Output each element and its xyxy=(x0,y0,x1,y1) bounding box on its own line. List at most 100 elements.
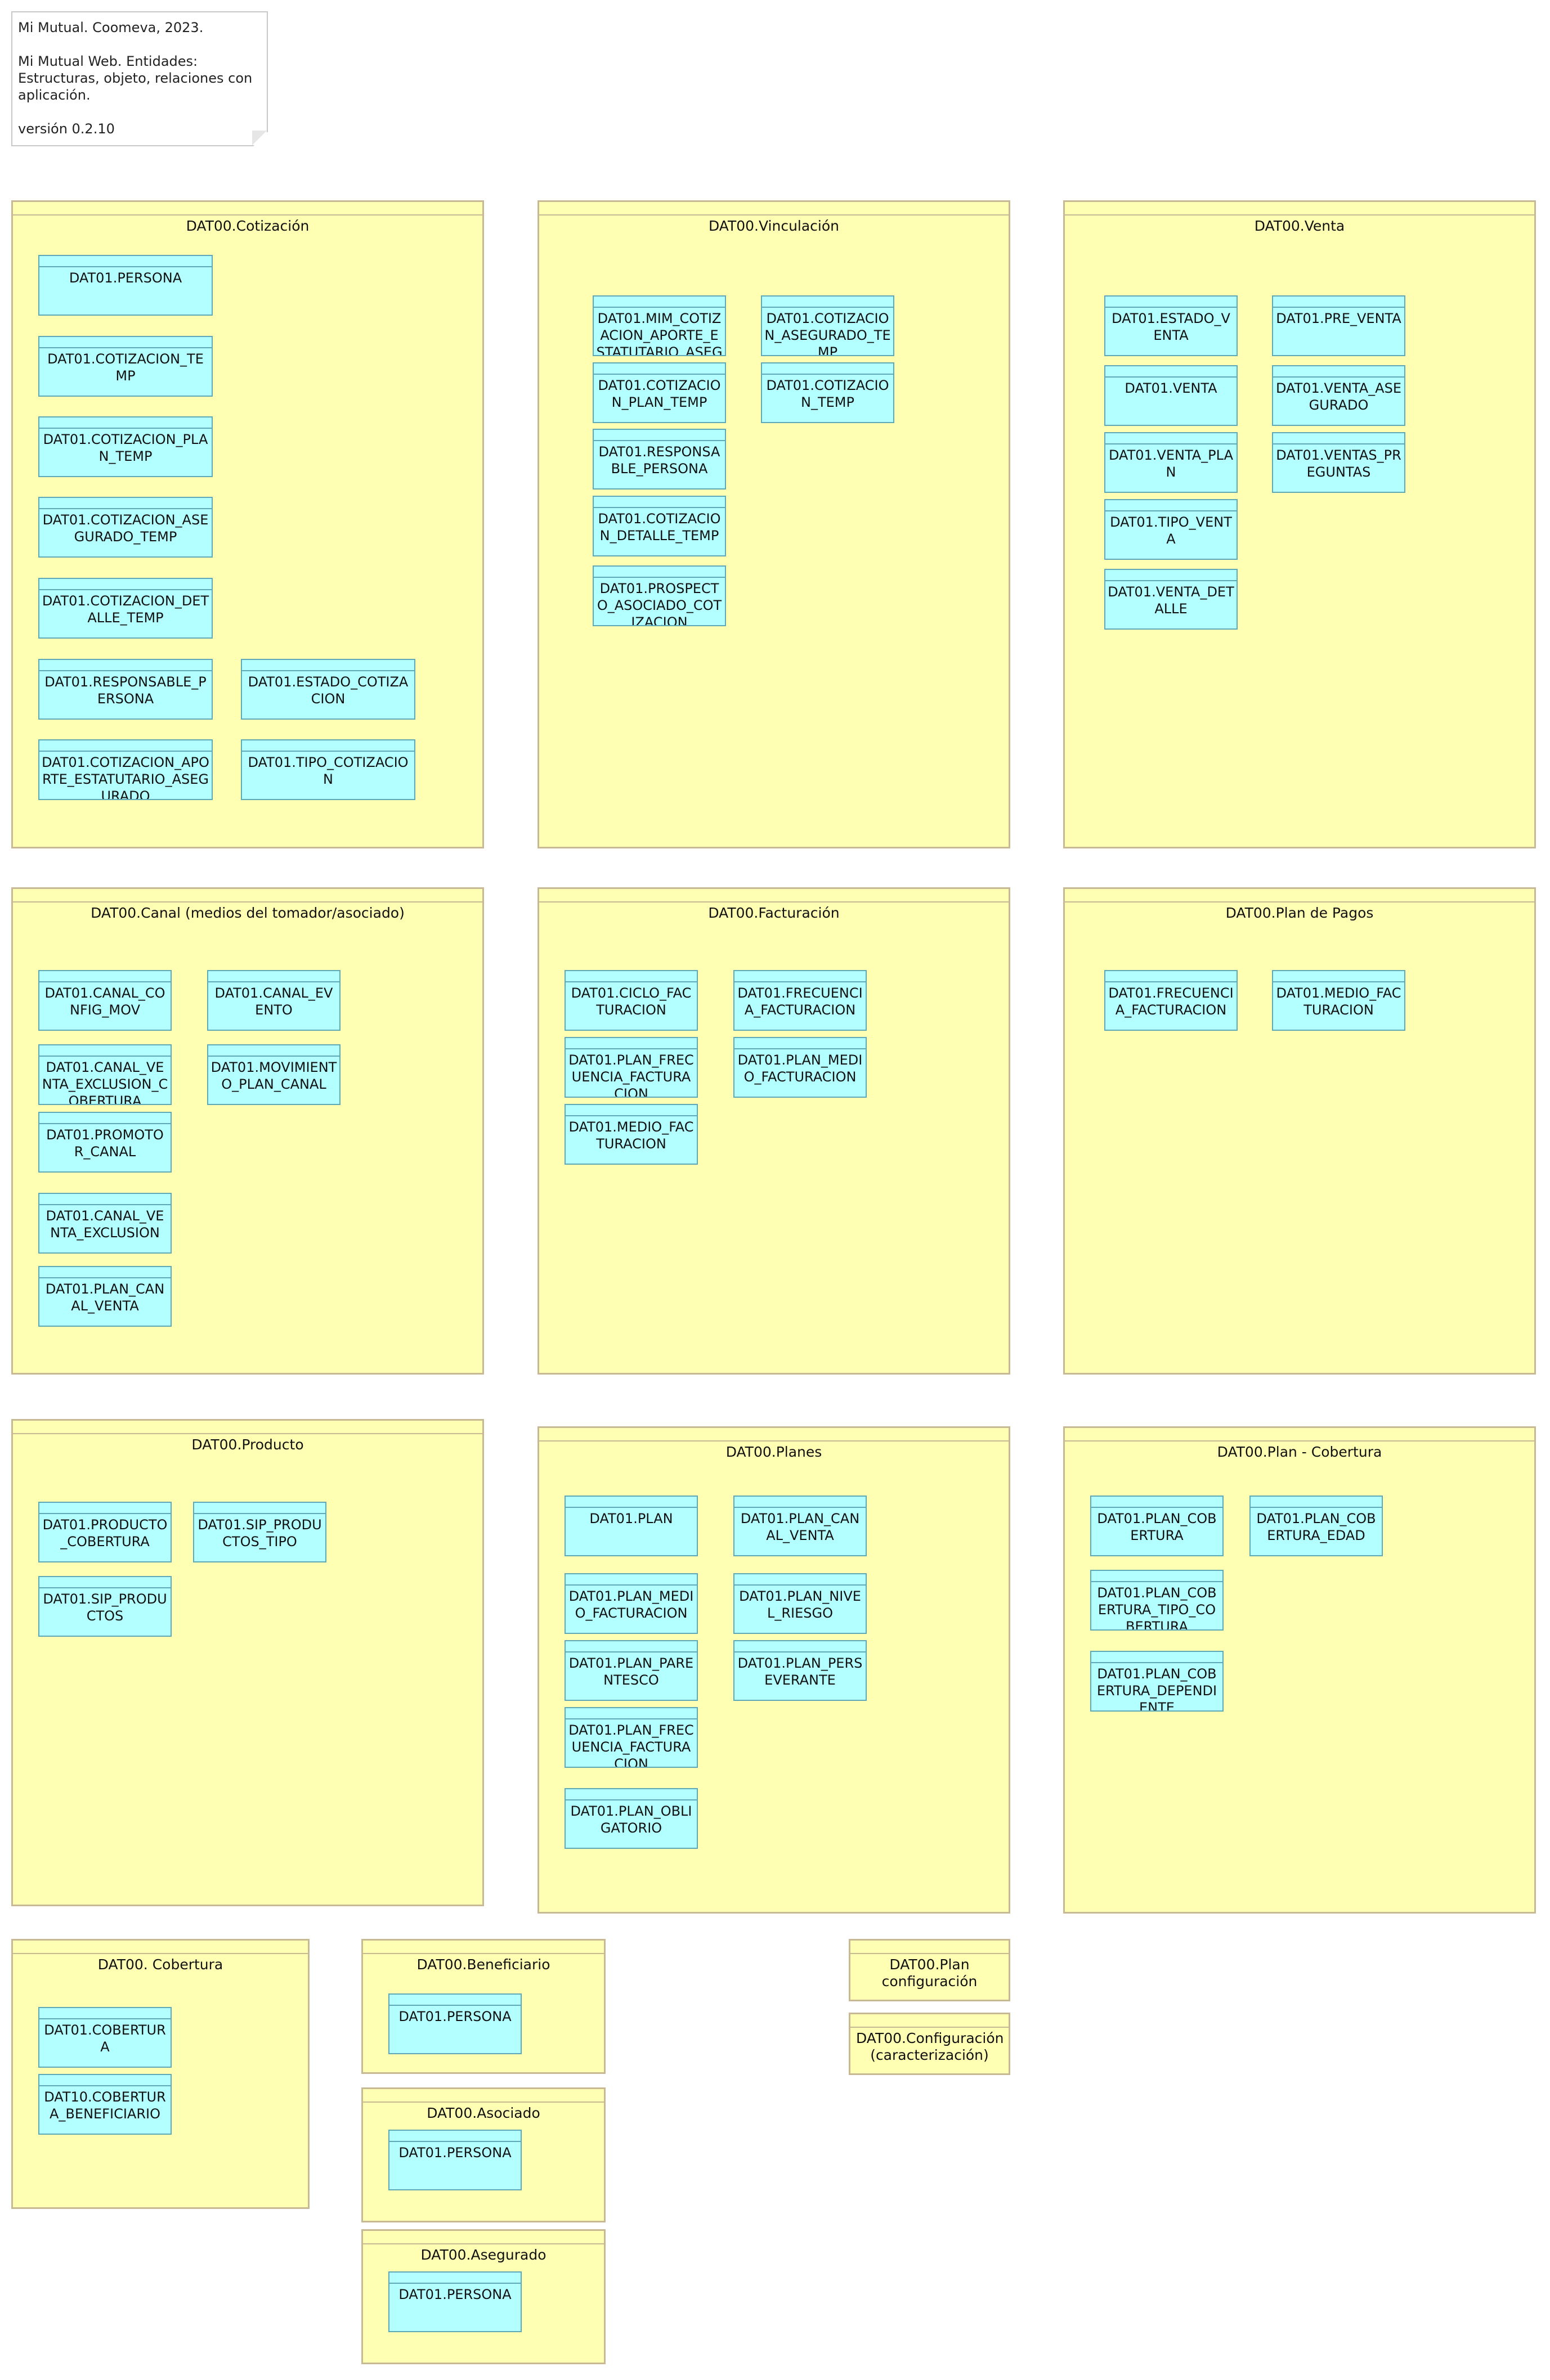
group-beneficiario[interactable]: DAT00.Beneficiario DAT01.PERSONA xyxy=(361,1939,606,2074)
entity-cotizacion-asegurado-temp[interactable]: DAT01.COTIZACION_ASEGURADO_TEMP xyxy=(761,295,894,356)
group-cobertura[interactable]: DAT00. Cobertura DAT01.COBERTURA DAT10.C… xyxy=(11,1939,310,2209)
group-bar xyxy=(850,2014,1009,2028)
group-title: DAT00.Asociado xyxy=(427,2105,540,2121)
entity-movimiento-plan-canal[interactable]: DAT01.MOVIMIENTO_PLAN_CANAL xyxy=(207,1044,341,1105)
entity-name: DAT01.PLAN_MEDIO_FACTURACION xyxy=(568,1588,694,1621)
group-plan-cobertura[interactable]: DAT00.Plan - Cobertura DAT01.PLAN_COBERT… xyxy=(1063,1426,1536,1914)
entity-estado-venta[interactable]: DAT01.ESTADO_VENTA xyxy=(1104,295,1238,356)
entity-name: DAT01.PROSPECTO_ASOCIADO_COTIZACION xyxy=(597,581,722,626)
group-bar xyxy=(363,2231,604,2244)
entity-promotor-canal[interactable]: DAT01.PROMOTOR_CANAL xyxy=(38,1112,172,1173)
entity-pre-venta[interactable]: DAT01.PRE_VENTA xyxy=(1272,295,1405,356)
group-vinculacion[interactable]: DAT00.Vinculación DAT01.MIM_COTIZACION_A… xyxy=(537,200,1010,848)
entity-cotizacion-temp[interactable]: DAT01.COTIZACION_TEMP xyxy=(38,336,213,397)
entity-tipo-cotizacion[interactable]: DAT01.TIPO_COTIZACION xyxy=(241,739,415,800)
entity-cotizacion-asegurado-temp[interactable]: DAT01.COTIZACION_ASEGURADO_TEMP xyxy=(38,497,213,558)
entity-name: DAT01.PLAN_COBERTURA_DEPENDIENTE xyxy=(1096,1666,1217,1712)
entity-plan-canal-venta[interactable]: DAT01.PLAN_CANAL_VENTA xyxy=(38,1266,172,1327)
entity-name: DAT01.VENTAS_PREGUNTAS xyxy=(1276,447,1401,480)
entity-prospecto-asociado-cotizacion[interactable]: DAT01.PROSPECTO_ASOCIADO_COTIZACION xyxy=(593,565,726,626)
group-venta[interactable]: DAT00.Venta DAT01.ESTADO_VENTA DAT01.PRE… xyxy=(1063,200,1536,848)
entity-plan-nivel-riesgo[interactable]: DAT01.PLAN_NIVEL_RIESGO xyxy=(733,1573,867,1634)
entity-name: DAT01.MEDIO_FACTURACION xyxy=(568,1119,694,1152)
entity-cotizacion-detalle-temp[interactable]: DAT01.COTIZACION_DETALLE_TEMP xyxy=(593,496,726,556)
entity-plan-medio-facturacion[interactable]: DAT01.PLAN_MEDIO_FACTURACION xyxy=(733,1037,867,1098)
entity-responsable-persona[interactable]: DAT01.RESPONSABLE_PERSONA xyxy=(593,429,726,490)
entity-frecuencia-facturacion[interactable]: DAT01.FRECUENCIA_FACTURACION xyxy=(1104,970,1238,1031)
group-bar xyxy=(539,889,1009,902)
entity-name: DAT01.PRODUCTO_COBERTURA xyxy=(42,1517,168,1550)
group-facturacion[interactable]: DAT00.Facturación DAT01.CICLO_FACTURACIO… xyxy=(537,887,1010,1375)
entity-name: DAT01.PLAN_COBERTURA xyxy=(1097,1511,1217,1543)
entity-venta-detalle[interactable]: DAT01.VENTA_DETALLE xyxy=(1104,569,1238,630)
entity-cotizacion-plan-temp[interactable]: DAT01.COTIZACION_PLAN_TEMP xyxy=(593,362,726,423)
entity-name: DAT01.CANAL_VENTA_EXCLUSION xyxy=(46,1208,164,1241)
entity-canal-evento[interactable]: DAT01.CANAL_EVENTO xyxy=(207,970,341,1031)
entity-sip-productos[interactable]: DAT01.SIP_PRODUCTOS xyxy=(38,1576,172,1637)
group-asociado[interactable]: DAT00.Asociado DAT01.PERSONA xyxy=(361,2087,606,2222)
group-cotizacion[interactable]: DAT00.Cotización DAT01.PERSONA DAT01.COT… xyxy=(11,200,484,848)
group-bar xyxy=(539,202,1009,215)
group-title: DAT00.Canal (medios del tomador/asociado… xyxy=(91,905,405,921)
entity-persona[interactable]: DAT01.PERSONA xyxy=(388,2271,522,2332)
entity-cotizacion-temp[interactable]: DAT01.COTIZACION_TEMP xyxy=(761,362,894,423)
entity-responsable-persona[interactable]: DAT01.RESPONSABLE_PERSONA xyxy=(38,659,213,720)
entity-cotizacion-aporte-estatutario-asegurado[interactable]: DAT01.COTIZACION_APORTE_ESTATUTARIO_ASEG… xyxy=(38,739,213,800)
entity-estado-cotizacion[interactable]: DAT01.ESTADO_COTIZACION xyxy=(241,659,415,720)
entity-venta[interactable]: DAT01.VENTA xyxy=(1104,365,1238,426)
group-producto[interactable]: DAT00.Producto DAT01.PRODUCTO_COBERTURA … xyxy=(11,1419,484,1906)
entity-plan-cobertura-tipo-cobertura[interactable]: DAT01.PLAN_COBERTURA_TIPO_COBERTURA xyxy=(1090,1570,1224,1631)
entity-name: DAT01.VENTA_ASEGURADO xyxy=(1275,380,1401,413)
entity-plan-frecuencia-facturacion[interactable]: DAT01.PLAN_FRECUENCIA_FACTURACION xyxy=(565,1707,698,1768)
entity-medio-facturacion[interactable]: DAT01.MEDIO_FACTURACION xyxy=(1272,970,1405,1031)
entity-plan-cobertura-edad[interactable]: DAT01.PLAN_COBERTURA_EDAD xyxy=(1249,1496,1383,1556)
entity-canal-venta-exclusion-cobertura[interactable]: DAT01.CANAL_VENTA_EXCLUSION_COBERTURA xyxy=(38,1044,172,1105)
entity-plan-cobertura-dependiente[interactable]: DAT01.PLAN_COBERTURA_DEPENDIENTE xyxy=(1090,1651,1224,1712)
group-bar xyxy=(1065,889,1534,902)
entity-persona[interactable]: DAT01.PERSONA xyxy=(38,255,213,316)
entity-mim-cotizacion-aporte-estatutario-aseg[interactable]: DAT01.MIM_COTIZACION_APORTE_ESTATUTARIO_… xyxy=(593,295,726,356)
group-plan-configuracion[interactable]: DAT00.Plan configuración xyxy=(849,1939,1010,2001)
entity-name: DAT01.VENTA_PLAN xyxy=(1108,447,1233,480)
entity-ventas-preguntas[interactable]: DAT01.VENTAS_PREGUNTAS xyxy=(1272,432,1405,493)
entity-tipo-venta[interactable]: DAT01.TIPO_VENTA xyxy=(1104,499,1238,560)
group-title: DAT00.Plan de Pagos xyxy=(1225,905,1374,921)
entity-canal-config-mov[interactable]: DAT01.CANAL_CONFIG_MOV xyxy=(38,970,172,1031)
group-plan-de-pagos[interactable]: DAT00.Plan de Pagos DAT01.FRECUENCIA_FAC… xyxy=(1063,887,1536,1375)
entity-name: DAT01.PRE_VENTA xyxy=(1276,311,1401,326)
entity-persona[interactable]: DAT01.PERSONA xyxy=(388,2130,522,2190)
group-asegurado[interactable]: DAT00.Asegurado DAT01.PERSONA xyxy=(361,2229,606,2364)
entity-name: DAT01.ESTADO_VENTA xyxy=(1112,311,1230,343)
entity-plan-obligatorio[interactable]: DAT01.PLAN_OBLIGATORIO xyxy=(565,1788,698,1849)
group-configuracion[interactable]: DAT00.Configuración (caracterización) xyxy=(849,2013,1010,2075)
entity-venta-plan[interactable]: DAT01.VENTA_PLAN xyxy=(1104,432,1238,493)
entity-plan-perseverante[interactable]: DAT01.PLAN_PERSEVERANTE xyxy=(733,1640,867,1701)
entity-plan-parentesco[interactable]: DAT01.PLAN_PARENTESCO xyxy=(565,1640,698,1701)
group-planes[interactable]: DAT00.Planes DAT01.PLAN DAT01.PLAN_CANAL… xyxy=(537,1426,1010,1914)
entity-cobertura-beneficiario[interactable]: DAT10.COBERTURA_BENEFICIARIO xyxy=(38,2074,172,2135)
entity-plan[interactable]: DAT01.PLAN xyxy=(565,1496,698,1556)
entity-ciclo-facturacion[interactable]: DAT01.CICLO_FACTURACION xyxy=(565,970,698,1031)
entity-plan-medio-facturacion[interactable]: DAT01.PLAN_MEDIO_FACTURACION xyxy=(565,1573,698,1634)
entity-name: DAT01.RESPONSABLE_PERSONA xyxy=(44,674,207,707)
entity-plan-frecuencia-facturacion[interactable]: DAT01.PLAN_FRECUENCIA_FACTURACION xyxy=(565,1037,698,1098)
entity-persona[interactable]: DAT01.PERSONA xyxy=(388,1993,522,2054)
entity-name: DAT01.PERSONA xyxy=(398,2145,512,2161)
entity-cobertura[interactable]: DAT01.COBERTURA xyxy=(38,2007,172,2068)
entity-plan-canal-venta[interactable]: DAT01.PLAN_CANAL_VENTA xyxy=(733,1496,867,1556)
group-title: DAT00.Configuración (caracterización) xyxy=(856,2030,1004,2063)
note-line-2: Mi Mutual Web. Entidades: Estructuras, o… xyxy=(18,53,253,103)
entity-frecuencia-facturacion[interactable]: DAT01.FRECUENCIA_FACTURACION xyxy=(733,970,867,1031)
entity-name: DAT01.TIPO_COTIZACION xyxy=(248,755,409,787)
entity-plan-cobertura[interactable]: DAT01.PLAN_COBERTURA xyxy=(1090,1496,1224,1556)
group-title: DAT00.Venta xyxy=(1254,218,1345,234)
group-bar xyxy=(13,1941,308,1954)
entity-canal-venta-exclusion[interactable]: DAT01.CANAL_VENTA_EXCLUSION xyxy=(38,1193,172,1254)
entity-cotizacion-plan-temp[interactable]: DAT01.COTIZACION_PLAN_TEMP xyxy=(38,416,213,477)
entity-producto-cobertura[interactable]: DAT01.PRODUCTO_COBERTURA xyxy=(38,1502,172,1562)
entity-sip-productos-tipo[interactable]: DAT01.SIP_PRODUCTOS_TIPO xyxy=(193,1502,326,1562)
entity-cotizacion-detalle-temp[interactable]: DAT01.COTIZACION_DETALLE_TEMP xyxy=(38,578,213,639)
entity-venta-asegurado[interactable]: DAT01.VENTA_ASEGURADO xyxy=(1272,365,1405,426)
group-canal[interactable]: DAT00.Canal (medios del tomador/asociado… xyxy=(11,887,484,1375)
entity-medio-facturacion[interactable]: DAT01.MEDIO_FACTURACION xyxy=(565,1104,698,1165)
